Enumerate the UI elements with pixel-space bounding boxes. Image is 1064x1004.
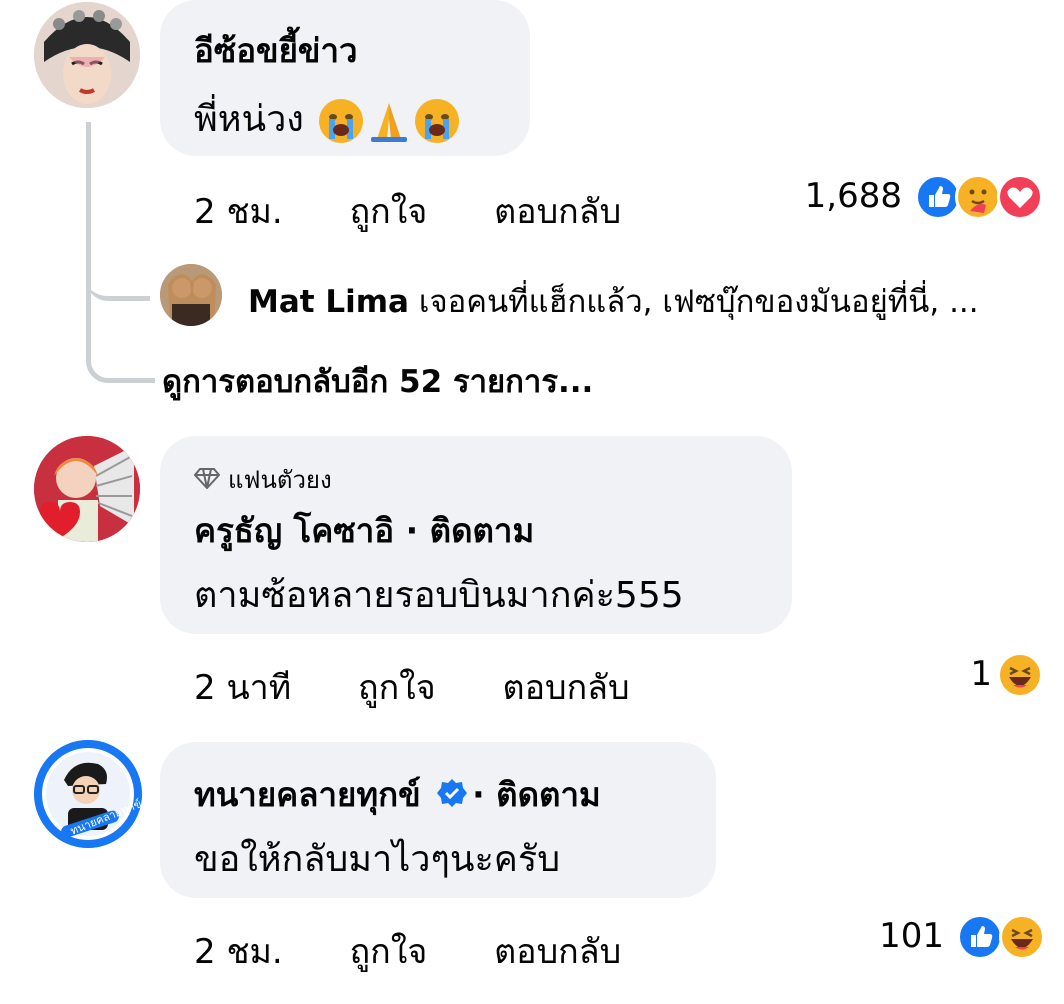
comment-time-1[interactable]: 2 ชม.: [194, 192, 283, 232]
comment-author-3[interactable]: ทนายคลายทุกข์: [194, 775, 421, 814]
comment-author-2[interactable]: ครูธัญ โคซาอิ: [194, 511, 394, 550]
comment-author-2-row: ครูธัญ โคซาอิ · ติดตาม: [194, 504, 534, 557]
like-button[interactable]: ถูกใจ: [350, 932, 428, 972]
comment-author-3-row: ทนายคลายทุกข์ · ติดตาม: [194, 768, 601, 821]
comment-text-2: ตามซ้อหลายรอบบินมากค่ะ555: [194, 575, 684, 616]
reaction-count-3[interactable]: 101: [879, 916, 944, 956]
comment-time-3[interactable]: 2 ชม.: [194, 932, 283, 972]
reaction-count-1[interactable]: 1,688: [805, 176, 902, 216]
more-replies-link[interactable]: ดูการตอบกลับอีก 52 รายการ...: [162, 356, 593, 406]
comment-meta-3: 2 ชม. ถูกใจ ตอบกลับ: [194, 924, 677, 978]
reply-avatar[interactable]: [160, 264, 222, 326]
comment-text-1: พี่หน่วง: [194, 90, 460, 147]
folded-hands-emoji-icon: [367, 99, 411, 143]
comment-author-1[interactable]: อีซ้อขยี้ข่าว: [194, 24, 358, 77]
care-reaction-icon: [955, 174, 1001, 220]
comment-time-2[interactable]: 2 นาที: [194, 668, 291, 708]
avatar-comment-2[interactable]: [34, 436, 140, 542]
comment-meta-2: 2 นาที ถูกใจ ตอบกลับ: [194, 660, 686, 714]
fan-badge[interactable]: แฟนตัวยง: [193, 460, 332, 499]
reply-preview[interactable]: Mat Lima เจอคนที่แฮ็กแล้ว, เฟซบุ๊กของมัน…: [248, 276, 979, 326]
haha-reaction-icon: [997, 652, 1043, 698]
reaction-count-2[interactable]: 1: [970, 654, 992, 694]
love-reaction-icon: [997, 174, 1043, 220]
reply-button[interactable]: ตอบกลับ: [503, 668, 630, 708]
verified-badge-icon: [436, 777, 468, 817]
crying-face-emoji-icon: [415, 99, 460, 143]
avatar-comment-1[interactable]: [34, 2, 140, 108]
comment-meta-1: 2 ชม. ถูกใจ ตอบกลับ: [194, 184, 677, 238]
diamond-icon: [193, 467, 221, 495]
follow-button[interactable]: · ติดตาม: [406, 511, 535, 550]
comment-text-1-body: พี่หน่วง: [194, 99, 304, 140]
reply-text: เจอคนที่แฮ็กแล้ว, เฟซบุ๊กของมันอยู่ที่นี…: [418, 284, 979, 320]
follow-button[interactable]: · ติดตาม: [472, 775, 601, 814]
like-button[interactable]: ถูกใจ: [350, 192, 428, 232]
thread-connector-more: [86, 270, 155, 383]
reply-button[interactable]: ตอบกลับ: [494, 932, 621, 972]
fan-badge-label: แฟนตัวยง: [228, 466, 332, 494]
crying-face-emoji-icon: [319, 99, 364, 143]
reply-author[interactable]: Mat Lima: [248, 284, 409, 320]
like-button[interactable]: ถูกใจ: [358, 668, 436, 708]
comment-text-3: ขอให้กลับมาไวๆนะครับ: [194, 839, 561, 880]
reply-button[interactable]: ตอบกลับ: [494, 192, 621, 232]
haha-reaction-icon: [999, 914, 1045, 960]
like-reaction-icon: [957, 914, 1003, 960]
